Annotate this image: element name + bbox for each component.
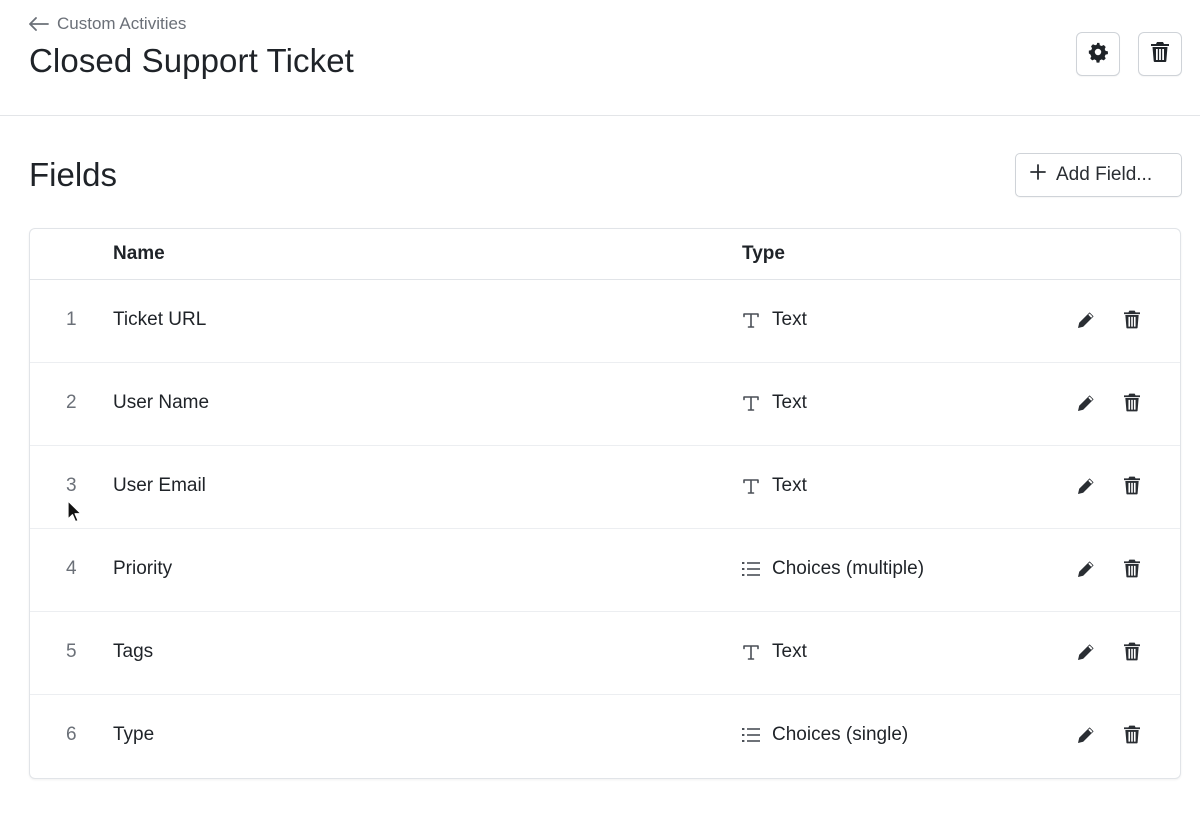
table-row[interactable]: 6 Type Choices (single) [30, 695, 1180, 778]
trash-icon [1124, 559, 1140, 583]
field-name: Priority [113, 558, 173, 579]
row-index: 4 [66, 558, 77, 579]
pencil-icon [1077, 477, 1095, 500]
add-field-label: Add Field... [1056, 164, 1153, 185]
text-type-icon [741, 642, 761, 662]
pencil-icon [1077, 311, 1095, 334]
list-type-icon [741, 559, 761, 579]
field-name: User Email [113, 475, 206, 496]
field-type: Choices (single) [741, 724, 908, 746]
row-index: 5 [66, 641, 77, 662]
breadcrumb-back-link[interactable]: Custom Activities [29, 14, 186, 34]
field-type: Text [741, 641, 807, 663]
pencil-icon [1077, 726, 1095, 749]
trash-icon [1124, 642, 1140, 666]
delete-field-button[interactable] [1121, 310, 1143, 334]
field-type-label: Text [772, 475, 807, 496]
edit-field-button[interactable] [1075, 560, 1097, 582]
arrow-left-icon [29, 17, 49, 31]
delete-field-button[interactable] [1121, 559, 1143, 583]
pencil-icon [1077, 394, 1095, 417]
delete-field-button[interactable] [1121, 476, 1143, 500]
field-type-label: Text [772, 309, 807, 330]
text-type-icon [741, 310, 761, 330]
field-type: Choices (multiple) [741, 558, 924, 580]
table-row[interactable]: 5 Tags Text [30, 612, 1180, 695]
column-header-name: Name [113, 243, 165, 264]
trash-icon [1124, 310, 1140, 334]
row-index: 3 [66, 475, 77, 496]
field-name: Tags [113, 641, 154, 662]
edit-field-button[interactable] [1075, 394, 1097, 416]
mouse-pointer-icon [67, 500, 83, 524]
delete-field-button[interactable] [1121, 393, 1143, 417]
gear-icon [1087, 41, 1109, 68]
add-field-button[interactable]: Add Field... [1015, 153, 1182, 197]
row-index: 2 [66, 392, 77, 413]
trash-icon [1124, 476, 1140, 500]
field-type-label: Text [772, 392, 807, 413]
fields-table: Name Type 1 Ticket URL Text 2 User Name Text 3… [29, 228, 1181, 779]
field-name: User Name [113, 392, 210, 413]
table-row[interactable]: 1 Ticket URL Text [30, 280, 1180, 363]
table-row[interactable]: 3 User Email Text [30, 446, 1180, 529]
column-header-type: Type [742, 243, 785, 264]
trash-icon [1124, 393, 1140, 417]
field-type-label: Text [772, 641, 807, 662]
field-name: Ticket URL [113, 309, 207, 330]
field-type: Text [741, 475, 807, 497]
breadcrumb-label: Custom Activities [57, 14, 187, 33]
plus-icon [1030, 164, 1046, 186]
edit-field-button[interactable] [1075, 311, 1097, 333]
text-type-icon [741, 476, 761, 496]
row-index: 6 [66, 724, 77, 745]
list-type-icon [741, 725, 761, 745]
delete-field-button[interactable] [1121, 725, 1143, 749]
table-row[interactable]: 2 User Name Text [30, 363, 1180, 446]
field-type-label: Choices (single) [772, 724, 909, 745]
delete-field-button[interactable] [1121, 642, 1143, 666]
text-type-icon [741, 393, 761, 413]
table-row[interactable]: 4 Priority Choices (multiple) [30, 529, 1180, 612]
field-type: Text [741, 392, 807, 414]
pencil-icon [1077, 560, 1095, 583]
edit-field-button[interactable] [1075, 726, 1097, 748]
edit-field-button[interactable] [1075, 477, 1097, 499]
page-title: Closed Support Ticket [29, 42, 354, 79]
delete-activity-button[interactable] [1138, 32, 1182, 76]
row-index: 1 [66, 309, 77, 330]
settings-button[interactable] [1076, 32, 1120, 76]
page: Custom Activities Closed Support Ticket … [0, 0, 1200, 819]
trash-icon [1124, 725, 1140, 749]
table-header: Name Type [30, 229, 1180, 280]
edit-field-button[interactable] [1075, 643, 1097, 665]
trash-icon [1151, 41, 1169, 67]
field-name: Type [113, 724, 155, 745]
page-header: Custom Activities Closed Support Ticket [0, 0, 1200, 116]
pencil-icon [1077, 643, 1095, 666]
field-type: Text [741, 309, 807, 331]
fields-section-title: Fields [29, 156, 118, 193]
field-type-label: Choices (multiple) [772, 558, 925, 579]
